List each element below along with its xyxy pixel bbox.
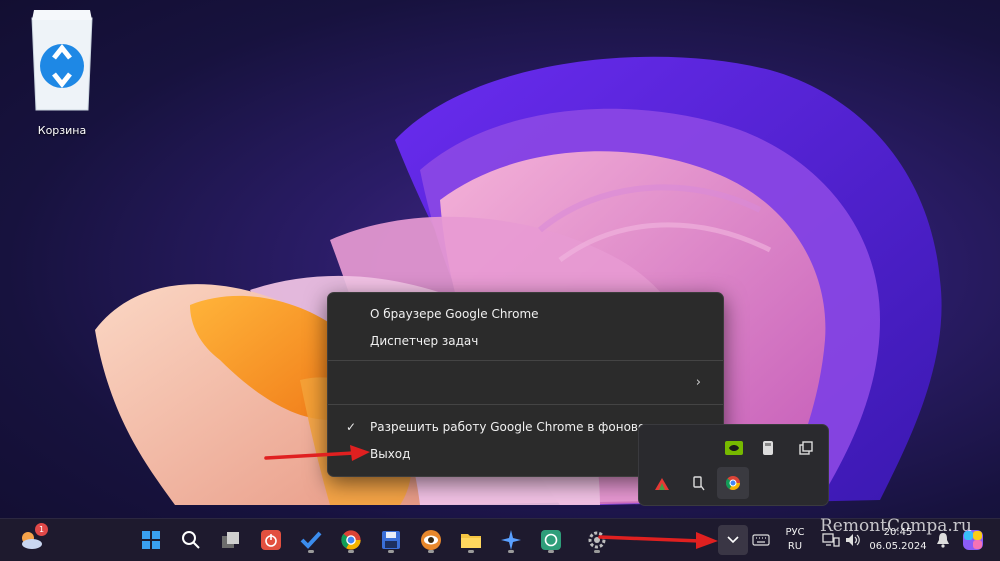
search-button[interactable] — [176, 525, 206, 555]
touch-keyboard-button[interactable] — [746, 525, 776, 555]
start-button[interactable] — [136, 525, 166, 555]
chevron-down-icon — [727, 536, 739, 544]
chatgpt-icon — [541, 530, 561, 550]
taskbar-app-sparkle[interactable] — [496, 525, 526, 555]
show-hidden-icons-button[interactable] — [718, 525, 748, 555]
clock-date: 06.05.2024 — [869, 541, 927, 552]
keyboard-icon — [752, 534, 770, 546]
gear-icon — [588, 531, 606, 549]
taskbar-app-save[interactable] — [376, 525, 406, 555]
taskbar-app-explorer[interactable] — [456, 525, 486, 555]
safely-remove-hardware-icon[interactable] — [683, 469, 713, 499]
copy-windows-icon[interactable] — [791, 433, 821, 463]
weather-widget[interactable]: 1 — [16, 523, 48, 555]
tray-overflow-panel — [638, 424, 829, 506]
task-view-button[interactable] — [216, 525, 246, 555]
chrome-tray-icon[interactable] — [717, 467, 749, 499]
power-app-icon — [261, 530, 281, 550]
language-indicator[interactable]: РУС RU — [780, 526, 810, 554]
app-triangle-icon[interactable] — [647, 469, 677, 499]
windows-logo-icon — [142, 531, 160, 549]
checkmark-app-icon — [300, 531, 322, 549]
taskbar-app-settings[interactable] — [582, 525, 612, 555]
taskbar-app-todo[interactable] — [296, 525, 326, 555]
notification-badge: 1 — [35, 523, 48, 536]
task-view-icon — [222, 532, 239, 548]
sparkle-app-icon — [501, 530, 521, 550]
menu-item-exit[interactable]: Выход — [370, 447, 410, 461]
search-icon — [182, 531, 200, 549]
floppy-disk-icon — [382, 531, 400, 549]
running-indicator — [468, 550, 474, 553]
recycle-bin-label: Корзина — [37, 124, 87, 137]
running-indicator — [388, 550, 394, 553]
nvidia-icon[interactable] — [719, 433, 749, 463]
taskbar-app-chrome[interactable] — [336, 525, 366, 555]
recycle-bin-icon — [31, 10, 93, 111]
running-indicator — [348, 550, 354, 553]
eye-app-icon — [421, 530, 441, 550]
running-indicator — [308, 550, 314, 553]
running-indicator — [594, 550, 600, 553]
menu-item-about-chrome[interactable]: О браузере Google Chrome — [370, 307, 539, 321]
menu-item-submenu[interactable] — [370, 365, 710, 401]
folder-icon — [461, 534, 481, 548]
chevron-right-icon: › — [695, 375, 701, 390]
menu-separator — [328, 360, 723, 361]
language-bottom: RU — [787, 541, 803, 552]
running-indicator — [428, 550, 434, 553]
chrome-icon — [341, 530, 361, 550]
usb-drive-icon[interactable] — [753, 433, 783, 463]
taskbar-app-power[interactable] — [256, 525, 286, 555]
menu-item-task-manager[interactable]: Диспетчер задач — [370, 334, 478, 348]
running-indicator — [508, 550, 514, 553]
running-indicator — [548, 550, 554, 553]
taskbar-app-eye[interactable] — [416, 525, 446, 555]
checkmark-icon: ✓ — [346, 420, 357, 434]
recycle-bin-shortcut[interactable]: Корзина — [22, 4, 102, 137]
watermark: RemontCompa.ru — [820, 516, 972, 536]
taskbar-app-chatgpt[interactable] — [536, 525, 566, 555]
menu-separator — [328, 404, 723, 405]
language-top: РУС — [785, 527, 805, 538]
